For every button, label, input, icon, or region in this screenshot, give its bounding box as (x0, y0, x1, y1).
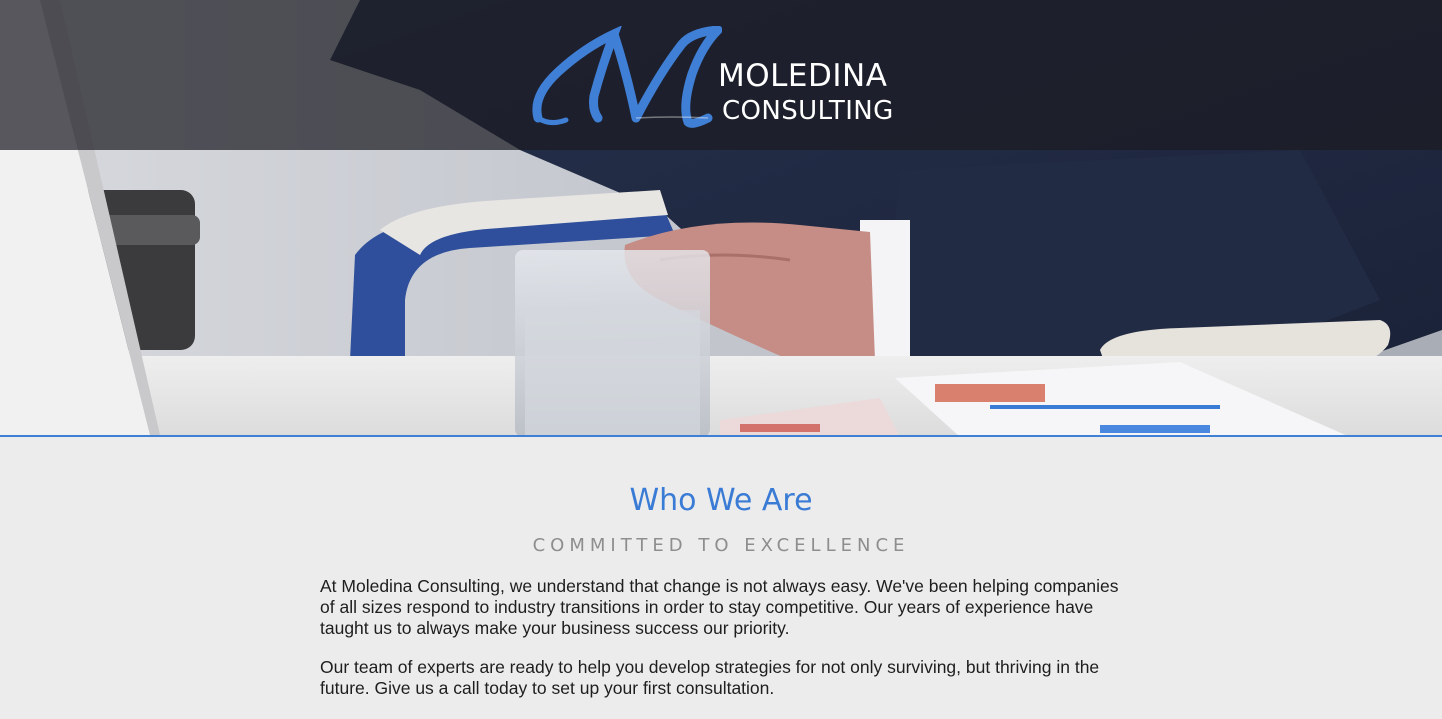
brand-logo[interactable]: MOLEDINA CONSULTING (532, 26, 912, 130)
section-title: Who We Are (629, 483, 813, 518)
who-we-are-section: Who We Are COMMITTED TO EXCELLENCE At Mo… (0, 439, 1442, 719)
cta-paragraph: Our team of experts are ready to help yo… (320, 657, 1100, 698)
hero-banner: MOLEDINA CONSULTING (0, 0, 1442, 437)
intro-paragraph: At Moledina Consulting, we understand th… (320, 576, 1119, 638)
section-subtitle: COMMITTED TO EXCELLENCE (532, 535, 910, 556)
logo-text-consulting: CONSULTING (722, 96, 894, 126)
page: MOLEDINA CONSULTING Who We Are COMMITTED… (0, 0, 1442, 719)
header-band: MOLEDINA CONSULTING (0, 0, 1442, 150)
logo-monogram-m-icon (532, 26, 722, 128)
logo-text-moledina: MOLEDINA (718, 58, 888, 94)
